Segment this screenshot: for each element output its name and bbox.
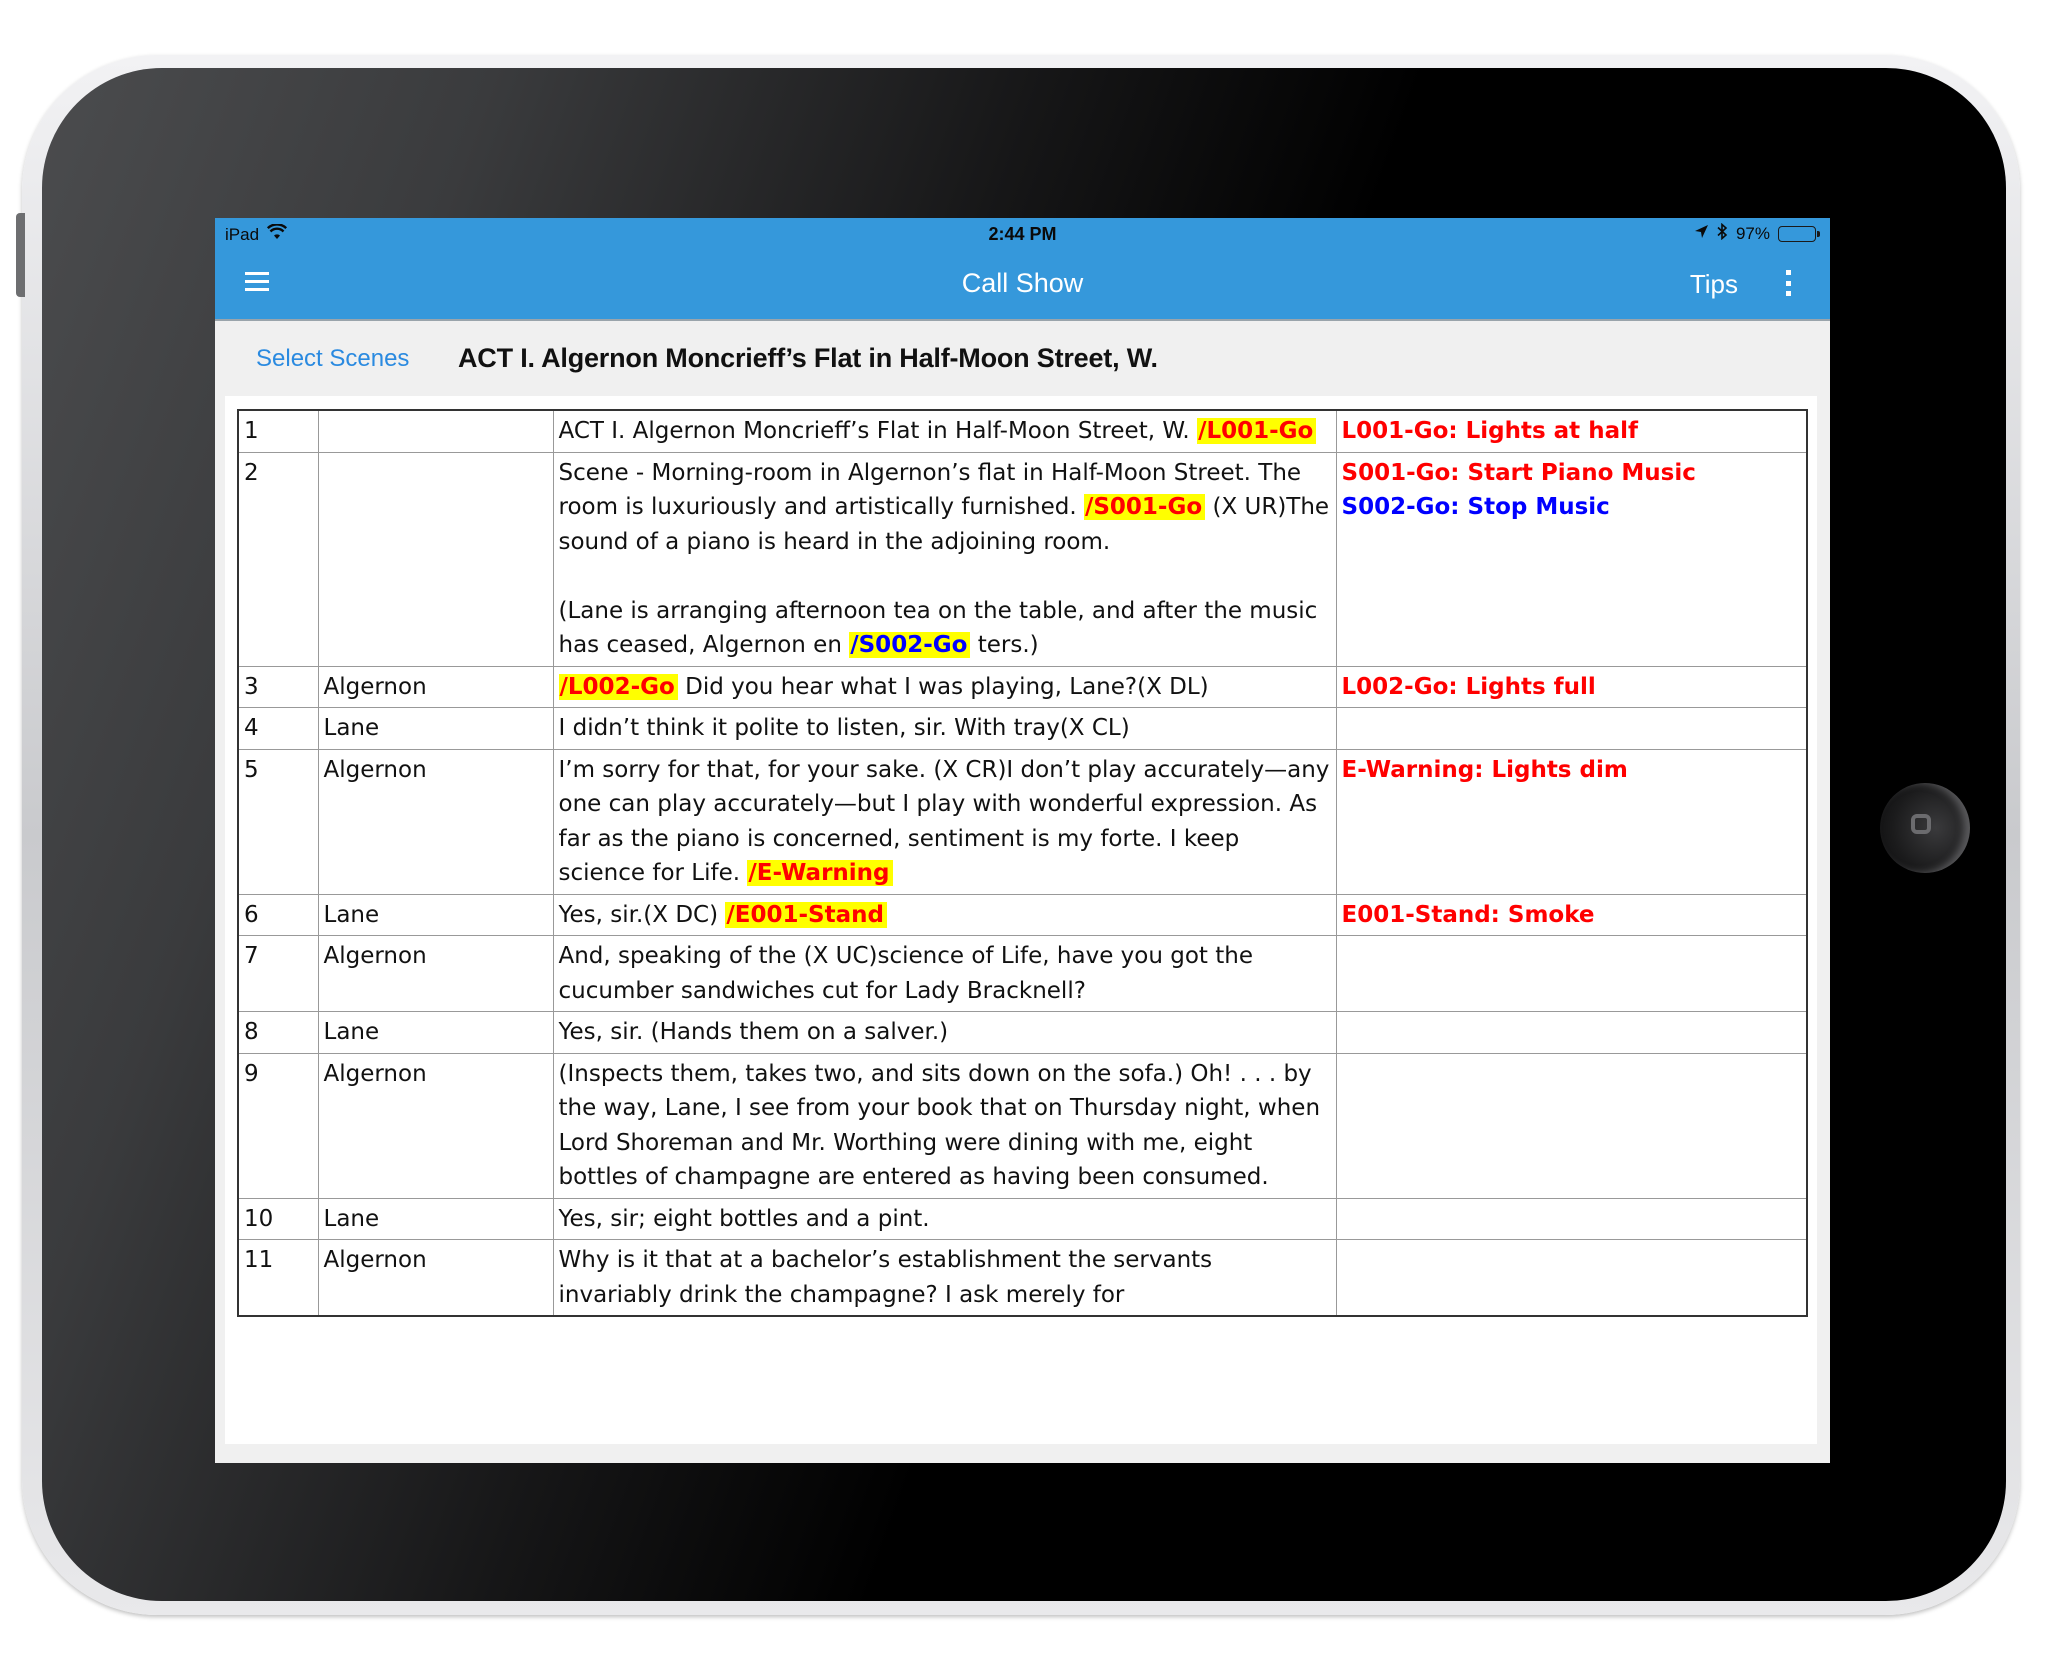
- cue-notes: E-Warning: Lights dim: [1335, 748, 1808, 895]
- home-button-square-icon: [1911, 814, 1931, 834]
- line-number: 5: [237, 748, 319, 895]
- line-number: 8: [237, 1011, 319, 1054]
- line-number: 4: [237, 707, 319, 750]
- device-side-switch: [16, 213, 25, 297]
- cue-marker[interactable]: /S001-Go: [1083, 494, 1206, 520]
- line-number: 9: [237, 1052, 319, 1199]
- cue-note[interactable]: S002-Go: Stop Music: [1342, 490, 1802, 525]
- line-text: Did you hear what I was playing, Lane?(X…: [677, 673, 1209, 700]
- bluetooth-icon: [1717, 222, 1728, 245]
- line-text: I’m sorry for that, for your sake. (X CR…: [558, 756, 1330, 887]
- location-arrow-icon: [1694, 224, 1709, 244]
- line-text: ACT I. Algernon Moncrieff’s Flat in Half…: [558, 418, 1198, 444]
- script-line: Yes, sir; eight bottles and a pint.: [552, 1197, 1337, 1240]
- character-name: Lane: [317, 1197, 554, 1240]
- script-line: /L002-Go Did you hear what I was playing…: [552, 665, 1337, 708]
- tips-button[interactable]: Tips: [1690, 269, 1738, 300]
- home-button[interactable]: [1880, 783, 1970, 873]
- cue-note[interactable]: L002-Go: Lights full: [1342, 670, 1802, 705]
- cue-note[interactable]: L001-Go: Lights at half: [1342, 414, 1802, 449]
- cue-marker[interactable]: /E001-Stand: [725, 901, 887, 928]
- paragraph-break: [559, 559, 1331, 594]
- cue-note[interactable]: E001-Stand: Smoke: [1342, 898, 1802, 933]
- script-line: (Inspects them, takes two, and sits down…: [552, 1052, 1337, 1199]
- script-row[interactable]: 5 Algernon I’m sorry for that, for your sa…: [237, 748, 1808, 895]
- line-number: 2: [237, 451, 319, 667]
- line-text: (Inspects them, takes two, and sits down…: [558, 1060, 1321, 1191]
- script-line: I’m sorry for that, for your sake. (X CR…: [552, 748, 1337, 895]
- cue-notes: [1335, 1197, 1808, 1240]
- line-text: I didn’t think it polite to listen, sir.…: [558, 715, 1130, 741]
- script-scroll-area[interactable]: 1 ACT I. Algernon Moncrieff’s Flat in Hal…: [225, 396, 1817, 1444]
- cue-marker[interactable]: /E-Warning: [747, 860, 893, 886]
- script-line: And, speaking of the (X UC)science of Li…: [552, 935, 1337, 1012]
- character-name: Algernon: [317, 1052, 554, 1199]
- cue-notes: [1335, 935, 1808, 1012]
- line-number: 11: [237, 1239, 319, 1317]
- status-time: 2:44 PM: [988, 224, 1057, 244]
- script-line: Scene - Morning-room in Algernon’s flat …: [552, 451, 1337, 667]
- app-bar: iPad 2:44 PM 97% Call Show Tips: [215, 218, 1830, 321]
- line-number: 1: [237, 409, 319, 453]
- cue-notes: E001-Stand: Smoke: [1335, 893, 1808, 936]
- script-line: ACT I. Algernon Moncrieff’s Flat in Half…: [552, 409, 1337, 453]
- line-number: 3: [237, 665, 319, 708]
- cue-marker[interactable]: /L001-Go: [1197, 418, 1317, 444]
- script-row[interactable]: 11 Algernon Why is it that at a bachelor’s…: [237, 1239, 1808, 1317]
- cue-notes: S001-Go: Start Piano Music S002-Go: Stop …: [1335, 451, 1808, 667]
- character-name: Algernon: [317, 665, 554, 708]
- cue-notes: L001-Go: Lights at half: [1335, 409, 1808, 453]
- scene-title: ACT I. Algernon Moncrieff’s Flat in Half…: [458, 343, 1158, 373]
- scene-header: Select Scenes ACT I. Algernon Moncrieff’…: [215, 321, 1830, 396]
- line-text: Yes, sir.(X DC): [558, 901, 726, 928]
- character-name: Algernon: [317, 1239, 554, 1317]
- cue-notes: L002-Go: Lights full: [1335, 665, 1808, 708]
- character-name: Lane: [317, 1011, 554, 1054]
- line-number: 6: [237, 893, 319, 936]
- line-text: ters.): [970, 632, 1039, 658]
- page-title: Call Show: [961, 268, 1084, 298]
- character-name: Lane: [317, 893, 554, 936]
- navigation-bar: Call Show Tips: [215, 250, 1830, 319]
- script-row[interactable]: 9 Algernon (Inspects them, takes two, and …: [237, 1052, 1808, 1199]
- character-name: Algernon: [317, 935, 554, 1012]
- script-line: Yes, sir.(X DC) /E001-Stand: [552, 893, 1337, 936]
- character-name: Lane: [317, 707, 554, 750]
- script-row[interactable]: 10 Lane Yes, sir; eight bottles and a pint…: [237, 1197, 1808, 1240]
- cue-notes: [1335, 1052, 1808, 1199]
- line-text: Yes, sir; eight bottles and a pint.: [558, 1205, 930, 1232]
- line-number: 10: [237, 1197, 319, 1240]
- line-text: Why is it that at a bachelor’s establish…: [558, 1247, 1213, 1308]
- cue-notes: [1335, 1239, 1808, 1317]
- script-row[interactable]: 3 Algernon/L002-Go Did you hear what I wa…: [237, 665, 1808, 708]
- line-text: Yes, sir. (Hands them on a salver.): [558, 1019, 949, 1045]
- script-line: I didn’t think it polite to listen, sir.…: [552, 707, 1337, 750]
- cue-note[interactable]: E-Warning: Lights dim: [1342, 753, 1802, 788]
- character-name: [317, 451, 554, 667]
- script-row[interactable]: 1 ACT I. Algernon Moncrieff’s Flat in Hal…: [237, 409, 1808, 453]
- line-number: 7: [237, 935, 319, 1012]
- battery-percent: 97%: [1735, 224, 1770, 243]
- cue-notes: [1335, 1011, 1808, 1054]
- select-scenes-button[interactable]: Select Scenes: [256, 345, 409, 373]
- cue-notes: [1335, 707, 1808, 750]
- script-table: 1 ACT I. Algernon Moncrieff’s Flat in Hal…: [237, 409, 1808, 1317]
- character-name: Algernon: [317, 748, 554, 895]
- character-name: [317, 409, 554, 453]
- script-row[interactable]: 2 Scene - Morning-room in Algernon’s flat…: [237, 451, 1808, 667]
- script-line: Why is it that at a bachelor’s establish…: [552, 1239, 1337, 1317]
- status-bar: iPad 2:44 PM 97%: [215, 218, 1830, 250]
- cue-marker[interactable]: /S002-Go: [849, 632, 971, 658]
- more-options-icon[interactable]: [1786, 270, 1792, 296]
- battery-icon: [1778, 226, 1820, 242]
- cue-note[interactable]: S001-Go: Start Piano Music: [1342, 456, 1802, 491]
- line-text: And, speaking of the (X UC)science of Li…: [558, 943, 1253, 1004]
- script-line: Yes, sir. (Hands them on a salver.): [552, 1011, 1337, 1054]
- script-row[interactable]: 4 Lane I didn’t think it polite to listen,…: [237, 707, 1808, 750]
- cue-marker[interactable]: /L002-Go: [558, 673, 678, 700]
- script-row[interactable]: 8 Lane Yes, sir. (Hands them on a salver.): [237, 1011, 1808, 1054]
- script-row[interactable]: 6 Lane Yes, sir.(X DC) /E001-Stand E001-Sta…: [237, 893, 1808, 936]
- app-screen: iPad 2:44 PM 97% Call Show Tips Select S…: [215, 218, 1830, 1463]
- script-row[interactable]: 7 Algernon And, speaking of the (X UC)scie…: [237, 935, 1808, 1012]
